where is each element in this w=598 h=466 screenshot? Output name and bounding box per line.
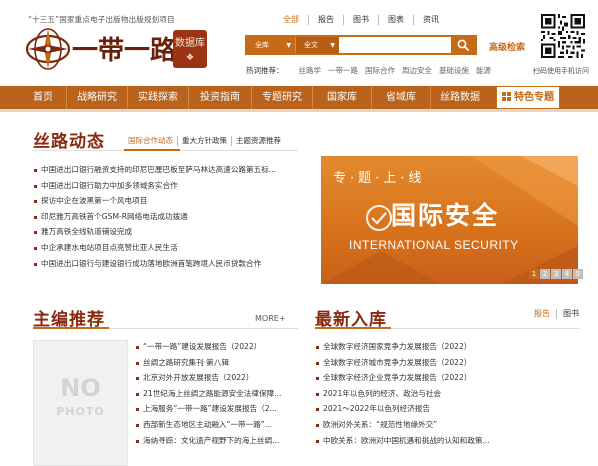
hot-word[interactable]: 周边安全 <box>402 65 432 76</box>
hot-word[interactable]: 能源 <box>476 65 491 76</box>
nav-item-silk-data[interactable]: 丝路数据 <box>431 86 489 109</box>
tab-international-cooperation[interactable]: 国际合作动态 <box>124 136 177 146</box>
tab-major-policies[interactable]: 重大方针政策 <box>177 136 231 146</box>
latest-tabs: 报告 图书 <box>528 309 585 319</box>
tab-reports[interactable]: 报告 <box>528 309 556 319</box>
advanced-search-link[interactable]: 高级检索 <box>489 40 525 53</box>
active-tab-underline <box>124 149 180 151</box>
silk-news-list: 中国进出口银行融资支持的印尼巴厘巴板至萨马林达高速公路第五标... 中国进出口银… <box>33 162 295 271</box>
hot-word[interactable]: 基础设施 <box>439 65 469 76</box>
list-item[interactable]: 2021～2022年以色列经济报告 <box>315 401 577 417</box>
qr-caption: 扫码使用手机访问 <box>533 67 589 75</box>
list-item[interactable]: 印尼雅万高铁首个GSM-R网络电话成功拨通 <box>33 209 295 225</box>
globe-icon <box>26 28 71 70</box>
pager-dot[interactable]: 5 <box>573 269 583 279</box>
list-item[interactable]: 全球数字经济国家竞争力发展报告（2022） <box>315 339 577 355</box>
hot-word[interactable]: 一带一路 <box>328 65 358 76</box>
search-tab-charts[interactable]: 图表 <box>378 15 413 25</box>
no-photo-placeholder[interactable]: NO PHOTO <box>33 340 128 466</box>
latest-list: 全球数字经济国家竞争力发展报告（2022） 全球数字经济城市竞争力发展报告（20… <box>315 339 577 448</box>
nav-special-label: 特色专题 <box>514 92 554 103</box>
search-scope-tabs: 全部 报告 图书 图表 资讯 <box>274 15 448 25</box>
editor-picks-list: “一带一路”建设发展报告（2022） 丝绸之路研究集刊·第八辑 北京对外开放发展… <box>135 339 297 448</box>
field-select[interactable]: 全文 ▼ <box>295 37 339 53</box>
banner-title: 国际安全 <box>391 201 500 230</box>
scope-select[interactable]: 全库 ▼ <box>247 37 295 53</box>
section-underline <box>33 327 109 329</box>
no-photo-line2: PHOTO <box>56 405 105 418</box>
nav-item-practice[interactable]: 实践探索 <box>128 86 188 109</box>
tab-theme-resources[interactable]: 主题资源推荐 <box>231 136 285 146</box>
no-photo-line1: NO <box>60 374 101 402</box>
list-item[interactable]: 北京对外开放发展报告（2022） <box>135 370 297 386</box>
silk-news-tabs: 国际合作动态 重大方针政策 主题资源推荐 <box>124 136 285 146</box>
search-tab-news[interactable]: 资讯 <box>413 15 448 25</box>
pager-dot[interactable]: 2 <box>540 269 550 279</box>
hot-word[interactable]: 国际合作 <box>365 65 395 76</box>
nav-item-strategy[interactable]: 战略研究 <box>67 86 127 109</box>
list-item[interactable]: 雅万高铁全线轨道铺设完成 <box>33 224 295 240</box>
list-item[interactable]: 海纳寻踪：文化遗产视野下的海上丝绸... <box>135 433 297 449</box>
scope-select-value: 全库 <box>255 41 269 49</box>
svg-text:❖: ❖ <box>186 53 194 63</box>
search-tab-books[interactable]: 图书 <box>343 15 378 25</box>
list-item[interactable]: 中国进出口银行助力中加多领域务实合作 <box>33 178 295 194</box>
list-item[interactable]: 西部新生态地区主动融入“一带一路”... <box>135 417 297 433</box>
hot-word[interactable]: 丝路学 <box>299 65 322 76</box>
list-item[interactable]: 探访中企在波黑第一个风电项目 <box>33 193 295 209</box>
list-item[interactable]: 21世纪海上丝绸之路能源安全法律保障... <box>135 386 297 402</box>
search-bar: 全库 ▼ 全文 ▼ <box>245 35 477 55</box>
silk-news-title: 丝路动态 <box>33 132 105 152</box>
section-underline <box>315 327 391 329</box>
list-item[interactable]: 中欧关系：欧洲对中国机遇和挑战的认知和政策... <box>315 433 577 449</box>
banner-label: 专·题·上·线 <box>333 171 426 186</box>
nav-item-investment[interactable]: 投资指南 <box>189 86 251 109</box>
grid-icon <box>502 92 511 101</box>
nav-item-home[interactable]: 首页 <box>20 86 66 109</box>
list-item[interactable]: 全球数字经济城市竞争力发展报告（2022） <box>315 355 577 371</box>
list-item[interactable]: 中国进出口银行与建设银行成功落地欧洲首笔跨境人民币贷款合作 <box>33 256 295 272</box>
search-input[interactable] <box>339 37 451 53</box>
more-link[interactable]: MORE+ <box>255 314 286 323</box>
logo-text: 一带一路 <box>72 35 177 66</box>
pager-dot[interactable]: 3 <box>551 269 561 279</box>
list-item[interactable]: 2021年以色列的经济、政治与社会 <box>315 386 577 402</box>
pager-dot[interactable]: 1 <box>529 269 539 279</box>
project-note: “十三五”国家重点电子出版物出版规划项目 <box>28 15 175 24</box>
nav-item-special-topics[interactable]: 特色专题 <box>496 86 560 109</box>
banner-pager: 1 2 3 4 5 <box>529 269 583 279</box>
nav-item-topics[interactable]: 专题研究 <box>252 86 312 109</box>
hot-words-label: 热词推荐： <box>246 66 284 75</box>
search-tab-all[interactable]: 全部 <box>274 15 308 25</box>
search-tab-reports[interactable]: 报告 <box>308 15 343 25</box>
list-item[interactable]: 上海服务“一带一路”建设发展报告（2... <box>135 401 297 417</box>
list-item[interactable]: 欧洲对外关系：“规范性地缘外交” <box>315 417 577 433</box>
pager-dot[interactable]: 4 <box>562 269 572 279</box>
list-item[interactable]: 全球数字经济企业竞争力发展报告（2022） <box>315 370 577 386</box>
search-icon <box>457 39 469 51</box>
list-item[interactable]: 丝绸之路研究集刊·第八辑 <box>135 355 297 371</box>
hot-words: 热词推荐： 丝路学 一带一路 国际合作 周边安全 基础设施 能源 <box>246 65 491 76</box>
chevron-down-icon: ▼ <box>286 41 291 49</box>
logo-seal-text: 数据库 <box>175 36 205 49</box>
nav-shadow <box>0 109 598 112</box>
banner-subtitle: INTERNATIONAL SECURITY <box>349 238 519 252</box>
field-select-value: 全文 <box>304 41 318 49</box>
search-button[interactable] <box>451 37 475 53</box>
nav-item-countries[interactable]: 国家库 <box>313 86 371 109</box>
site-logo[interactable]: 一带一路 数据库 ❖ <box>26 26 211 72</box>
qr-code-icon <box>541 14 585 58</box>
chevron-down-icon: ▼ <box>330 41 335 49</box>
main-nav: 首页 战略研究 实践探索 投资指南 专题研究 国家库 省域库 丝路数据 特色专题 <box>0 86 598 109</box>
tab-books[interactable]: 图书 <box>556 309 585 319</box>
topic-banner[interactable]: 专·题·上·线 国际安全 INTERNATIONAL SECURITY <box>321 156 578 284</box>
nav-item-provinces[interactable]: 省域库 <box>372 86 430 109</box>
list-item[interactable]: “一带一路”建设发展报告（2022） <box>135 339 297 355</box>
list-item[interactable]: 中国进出口银行融资支持的印尼巴厘巴板至萨马林达高速公路第五标... <box>33 162 295 178</box>
list-item[interactable]: 中企承建水电站项目点亮赞比亚人民生活 <box>33 240 295 256</box>
